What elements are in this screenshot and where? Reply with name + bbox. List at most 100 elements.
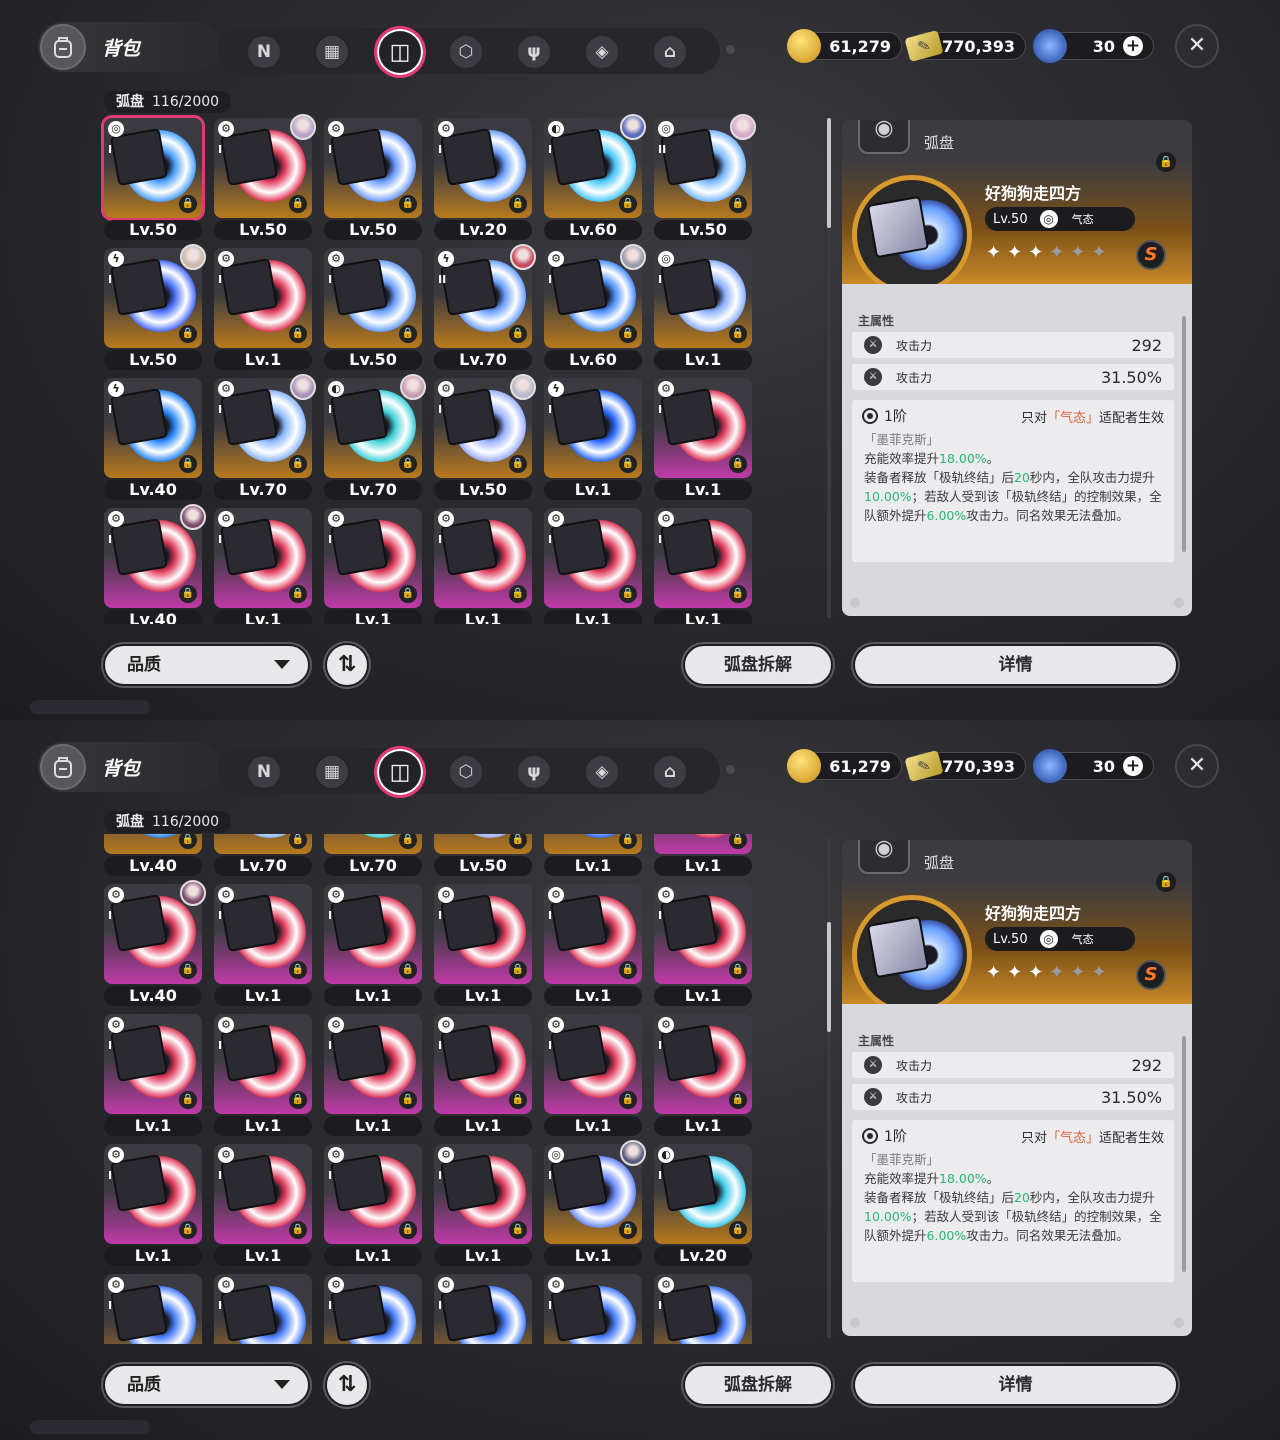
disc-card[interactable]: ⚙I🔒 <box>214 1274 312 1344</box>
disc-slot[interactable]: ⚙I🔒Lv.1 <box>214 884 312 1008</box>
disc-card[interactable]: ⚙I🔒 <box>544 508 642 608</box>
disc-slot[interactable]: ϟI🔒Lv.1 <box>544 834 642 878</box>
disc-slot[interactable]: ϟI🔒Lv.40 <box>104 378 202 502</box>
disc-slot[interactable]: ⚙ I 🔒 Lv.40 <box>104 504 206 624</box>
disc-slot[interactable]: ⚙I🔒Lv.50 <box>434 834 532 878</box>
disc-card[interactable]: ⚙I🔒 <box>434 1144 532 1244</box>
close-button[interactable]: ✕ <box>1175 744 1219 788</box>
tab-3[interactable]: ⬡ <box>450 36 482 68</box>
disc-card[interactable]: ⚙I🔒 <box>434 508 532 608</box>
disc-slot[interactable]: ⚙I🔒 <box>104 1274 202 1344</box>
disc-card[interactable]: ⚙I🔒 <box>324 884 422 984</box>
details-button[interactable]: 详情 <box>853 644 1178 686</box>
disc-slot[interactable]: ⚙I🔒Lv.1 <box>544 1014 642 1138</box>
disc-card[interactable]: ⚙I🔒 <box>544 884 642 984</box>
disc-card[interactable]: ◐I🔒 <box>324 834 422 854</box>
disc-card[interactable]: ⚙I🔒 <box>654 1274 752 1344</box>
disc-slot[interactable]: ⚙I🔒Lv.1 <box>654 1014 752 1138</box>
disc-card[interactable]: ⚙I🔒 <box>324 1274 422 1344</box>
disc-slot[interactable]: ⚙I🔒Lv.1 <box>324 1014 422 1138</box>
disc-card[interactable]: ϟI🔒 <box>104 834 202 854</box>
disc-slot[interactable]: ◎ II 🔒 Lv.50 <box>654 114 756 242</box>
disc-card[interactable]: ⚙I🔒 <box>324 248 422 348</box>
disc-card[interactable]: ⚙I🔒 <box>104 1014 202 1114</box>
tab-6[interactable]: ⌂ <box>654 36 686 68</box>
tab-2[interactable]: ◫ <box>374 26 426 78</box>
disc-slot[interactable]: ⚙I🔒Lv.1 <box>324 508 422 624</box>
add-energy-button[interactable]: + <box>1123 36 1143 56</box>
disc-slot[interactable]: ⚙I🔒Lv.1 <box>654 378 752 502</box>
close-button[interactable]: ✕ <box>1175 24 1219 68</box>
quality-sort-dropdown[interactable]: 品质 <box>103 644 310 686</box>
dismantle-button[interactable]: 弧盘拆解 <box>683 644 833 686</box>
disc-slot[interactable]: ⚙I🔒Lv.1 <box>214 508 312 624</box>
tab-0[interactable]: N <box>248 36 280 68</box>
disc-card[interactable]: ⚙I🔒 <box>654 884 752 984</box>
disc-slot[interactable]: ⚙I🔒Lv.50 <box>434 374 536 502</box>
disc-slot[interactable]: ⚙I🔒Lv.1 <box>324 1144 422 1268</box>
disc-slot[interactable]: ϟI🔒Lv.1 <box>544 378 642 502</box>
disc-slot[interactable]: ⚙I🔒Lv.1 <box>324 884 422 1008</box>
grid-scrollbar[interactable] <box>827 118 831 618</box>
disc-slot[interactable]: ⚙I🔒Lv.1 <box>434 884 532 1008</box>
disc-card[interactable]: ⚙I🔒 <box>214 1144 312 1244</box>
disc-slot[interactable]: ⚙I🔒 <box>324 1274 422 1344</box>
disc-card[interactable]: ⚙I🔒 <box>214 1014 312 1114</box>
disc-card[interactable]: ⚙I🔒 <box>324 118 422 218</box>
tab-1[interactable]: ▦ <box>316 756 348 788</box>
disc-slot[interactable]: ⚙I🔒 <box>544 1274 642 1344</box>
disc-card[interactable]: ⚙I🔒 <box>544 1014 642 1114</box>
disc-slot[interactable]: ⚙I🔒Lv.1 <box>654 834 752 878</box>
disc-slot[interactable]: ◐ I 🔒 Lv.60 <box>544 114 646 242</box>
sort-order-button[interactable]: ⇅ <box>325 643 369 687</box>
disc-card[interactable]: ⚙I🔒 <box>214 248 312 348</box>
tab-5[interactable]: ◈ <box>586 36 618 68</box>
disc-slot[interactable]: ⚙I🔒 <box>434 1274 532 1344</box>
tab-5[interactable]: ◈ <box>586 756 618 788</box>
disc-slot[interactable]: ⚙I🔒Lv.1 <box>214 1014 312 1138</box>
disc-card[interactable]: ◐I🔒 <box>654 1144 752 1244</box>
disc-slot[interactable]: ⚙I🔒Lv.50 <box>324 118 422 242</box>
tab-6[interactable]: ⌂ <box>654 756 686 788</box>
disc-slot[interactable]: ⚙I🔒Lv.50 <box>214 114 316 242</box>
disc-slot[interactable]: ⚙I🔒Lv.1 <box>104 1014 202 1138</box>
disc-card[interactable]: ϟI🔒 <box>104 378 202 478</box>
disc-card[interactable]: ◎ I 🔒 <box>654 248 752 348</box>
disc-card[interactable]: ⚙I🔒 <box>654 378 752 478</box>
add-energy-button[interactable]: + <box>1123 756 1143 776</box>
details-button[interactable]: 详情 <box>853 1364 1178 1406</box>
disc-card[interactable]: ϟI🔒 <box>544 378 642 478</box>
quality-sort-dropdown[interactable]: 品质 <box>103 1364 310 1406</box>
grid-scroll-thumb[interactable] <box>827 922 831 1032</box>
disc-card[interactable]: ⚙I🔒 <box>324 1144 422 1244</box>
disc-card[interactable]: ⚙I🔒 <box>214 508 312 608</box>
tab-1[interactable]: ▦ <box>316 36 348 68</box>
tab-3[interactable]: ⬡ <box>450 756 482 788</box>
disc-slot[interactable]: ◐I🔒Lv.70 <box>324 374 426 502</box>
disc-card[interactable]: ⚙I🔒 <box>214 834 312 854</box>
disc-slot[interactable]: ⚙I🔒Lv.1 <box>434 1014 532 1138</box>
disc-slot[interactable]: ⚙I🔒Lv.1 <box>544 508 642 624</box>
disc-slot[interactable]: ⚙I🔒Lv.70 <box>214 834 312 878</box>
disc-slot[interactable]: ⚙I🔒Lv.1 <box>214 1144 312 1268</box>
disc-slot[interactable]: ◎ I 🔒 Lv.1 <box>544 1140 646 1268</box>
disc-slot[interactable]: ϟI🔒Lv.40 <box>104 834 202 878</box>
disc-slot[interactable]: ◎ I 🔒 Lv.1 <box>654 248 752 372</box>
disc-slot[interactable]: ⚙I🔒Lv.1 <box>434 1144 532 1268</box>
detail-scrollbar[interactable] <box>1182 316 1186 552</box>
disc-slot[interactable]: ϟ II 🔒 Lv.70 <box>434 244 536 372</box>
lock-toggle-icon[interactable]: 🔒 <box>1156 872 1176 892</box>
disc-card[interactable]: ⚙I🔒 <box>324 1014 422 1114</box>
disc-card[interactable]: ⚙I🔒 <box>654 834 752 854</box>
disc-card[interactable]: ⚙I🔒 <box>434 1274 532 1344</box>
grid-scrollbar[interactable] <box>827 838 831 1338</box>
disc-card[interactable]: ⚙I🔒 <box>214 884 312 984</box>
disc-slot[interactable]: ⚙I🔒Lv.1 <box>104 1144 202 1268</box>
tab-4[interactable]: ψ <box>518 36 550 68</box>
disc-slot[interactable]: ⚙ I 🔒 Lv.20 <box>434 118 532 242</box>
tab-0[interactable]: N <box>248 756 280 788</box>
disc-card[interactable]: ◎ I 🔒 <box>104 118 202 218</box>
disc-card[interactable]: ⚙I🔒 <box>434 1014 532 1114</box>
disc-slot[interactable]: ◐I🔒Lv.70 <box>324 834 422 878</box>
disc-slot[interactable]: ⚙I🔒Lv.1 <box>434 508 532 624</box>
